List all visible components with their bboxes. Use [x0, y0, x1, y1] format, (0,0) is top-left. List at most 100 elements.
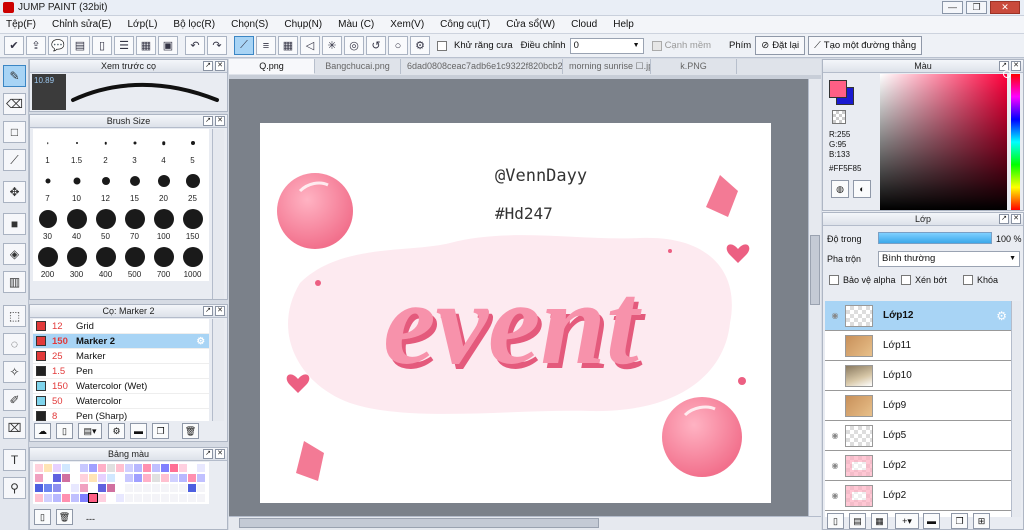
- palette-swatch[interactable]: [170, 464, 178, 472]
- opacity-slider[interactable]: [878, 232, 992, 244]
- layer-row[interactable]: Lớp9: [825, 391, 1011, 421]
- cloud-brush-icon[interactable]: ☁: [34, 423, 51, 439]
- palette-swatch[interactable]: [71, 484, 79, 492]
- brush-list-item[interactable]: 1.5 Pen: [33, 364, 209, 379]
- tab-q-png[interactable]: Q.png: [229, 59, 315, 74]
- brush-size-option[interactable]: 100: [149, 205, 178, 243]
- palette-swatch[interactable]: [35, 494, 43, 502]
- palette-swatch[interactable]: [107, 484, 115, 492]
- brush-list-item[interactable]: 8 Pen (Sharp): [33, 409, 209, 421]
- palette-swatch[interactable]: [116, 464, 124, 472]
- palette-swatch[interactable]: [71, 474, 79, 482]
- panel-close-icon[interactable]: ✕: [215, 449, 225, 459]
- duplicate-layer-icon[interactable]: ❐: [951, 513, 968, 529]
- redo-icon[interactable]: ↷: [207, 36, 227, 55]
- palette-swatch[interactable]: [134, 474, 142, 482]
- panel-float-icon[interactable]: ↗: [203, 116, 213, 126]
- palette-swatch[interactable]: [170, 484, 178, 492]
- select-pen-icon[interactable]: ✐: [3, 389, 26, 411]
- palette-swatch[interactable]: [179, 464, 187, 472]
- brush-size-option[interactable]: 25: [178, 167, 207, 205]
- delete-brush-icon[interactable]: 🗑: [182, 423, 199, 439]
- palette-swatch[interactable]: [80, 484, 88, 492]
- brush-size-scrollbar[interactable]: [212, 129, 224, 299]
- tab-k-png[interactable]: k.PNG: [651, 59, 737, 74]
- palette-swatch[interactable]: [161, 484, 169, 492]
- menu-layer[interactable]: Lớp(L): [128, 19, 158, 30]
- layer-row[interactable]: Lớp11: [825, 331, 1011, 361]
- tab-6dad[interactable]: 6dad0808ceac7adb6e1c9322f820bcb2.jpg: [401, 59, 563, 74]
- canvas-horizontal-scrollbar[interactable]: [229, 516, 821, 530]
- palette-swatch[interactable]: [170, 494, 178, 502]
- palette-swatch[interactable]: [197, 474, 205, 482]
- brush-size-option[interactable]: 50: [91, 205, 120, 243]
- brush-size-option[interactable]: 5: [178, 129, 207, 167]
- menu-help[interactable]: Help: [613, 19, 634, 30]
- panel-float-icon[interactable]: ↗: [203, 449, 213, 459]
- palette-swatch[interactable]: [35, 474, 43, 482]
- select-eraser-icon[interactable]: ⌧: [3, 417, 26, 439]
- brush-size-option[interactable]: 400: [91, 243, 120, 281]
- palette-swatch[interactable]: [125, 484, 133, 492]
- gradient-tool-icon[interactable]: ▥: [3, 271, 26, 293]
- palette-swatch[interactable]: [188, 464, 196, 472]
- menu-file[interactable]: Tệp(F): [6, 19, 36, 30]
- soft-edge-checkbox[interactable]: [651, 40, 662, 51]
- brush-size-option[interactable]: 2: [91, 129, 120, 167]
- brush-size-option[interactable]: 12: [91, 167, 120, 205]
- new-palette-icon[interactable]: ▯: [34, 509, 51, 525]
- gear-icon[interactable]: ⚙: [996, 309, 1007, 323]
- eraser-tool-icon[interactable]: ⌫: [3, 93, 26, 115]
- protect-alpha-checkbox[interactable]: [829, 275, 839, 285]
- palette-swatch[interactable]: [179, 494, 187, 502]
- palette-swatch[interactable]: [197, 494, 205, 502]
- palette-swatch[interactable]: [107, 474, 115, 482]
- brush-size-option[interactable]: 7: [33, 167, 62, 205]
- palette-swatch[interactable]: [125, 464, 133, 472]
- brush-size-option[interactable]: 300: [62, 243, 91, 281]
- brush-list-item[interactable]: 150 Watercolor (Wet): [33, 379, 209, 394]
- layer-text-icon[interactable]: ▦: [871, 513, 888, 529]
- eyedropper-tool-icon[interactable]: ⚲: [3, 477, 26, 499]
- palette-swatch[interactable]: [179, 474, 187, 482]
- menu-color[interactable]: Màu (C): [338, 19, 374, 30]
- palette-swatch[interactable]: [98, 484, 106, 492]
- palette-swatch[interactable]: [80, 474, 88, 482]
- palette-swatch[interactable]: [107, 464, 115, 472]
- brush-size-option[interactable]: 4: [149, 129, 178, 167]
- info-icon[interactable]: ▤: [70, 36, 90, 55]
- palette-swatch[interactable]: [62, 494, 70, 502]
- palette-swatch[interactable]: [143, 474, 151, 482]
- layer-visibility-icon[interactable]: ◉: [825, 311, 845, 320]
- brush-size-option[interactable]: 3: [120, 129, 149, 167]
- tab-bangchucai[interactable]: Bangchucai.png: [315, 59, 401, 74]
- snap-settings-icon[interactable]: ⚙: [410, 36, 430, 55]
- line-tool-icon[interactable]: ⟋: [3, 149, 26, 171]
- palette-swatch[interactable]: [71, 494, 79, 502]
- gear-icon[interactable]: ⚙: [196, 336, 205, 347]
- palette-swatch[interactable]: [62, 484, 70, 492]
- drawing-canvas[interactable]: event event @VennDayy #Hd247: [260, 123, 771, 503]
- snap-concentric-icon[interactable]: ◎: [344, 36, 364, 55]
- brush-size-option[interactable]: 30: [33, 205, 62, 243]
- brush-size-option[interactable]: 10: [62, 167, 91, 205]
- palette-swatch[interactable]: [197, 464, 205, 472]
- panel-close-icon[interactable]: ✕: [215, 306, 225, 316]
- select-tool-icon[interactable]: ⬚: [3, 305, 26, 327]
- menu-cloud[interactable]: Cloud: [571, 19, 597, 30]
- brush-list-scrollbar[interactable]: [212, 319, 224, 421]
- panel-close-icon[interactable]: ✕: [1011, 61, 1021, 71]
- palette-swatch[interactable]: [44, 464, 52, 472]
- reset-button[interactable]: ⊘ Đặt lại: [755, 36, 806, 55]
- cloud-sync-icon[interactable]: ✔: [4, 36, 24, 55]
- palette-swatch[interactable]: [89, 484, 97, 492]
- palette-swatch[interactable]: [80, 494, 88, 502]
- palette-swatch[interactable]: [98, 494, 106, 502]
- menu-filter[interactable]: Bộ lọc(R): [173, 19, 215, 30]
- magic-wand-icon[interactable]: ✧: [3, 361, 26, 383]
- snap-off-icon[interactable]: ⟋: [234, 36, 254, 55]
- menu-capture[interactable]: Chụp(N): [284, 19, 322, 30]
- palette-swatch[interactable]: [44, 494, 52, 502]
- layer-properties-icon[interactable]: ▤: [849, 513, 866, 529]
- frame-icon[interactable]: ▣: [158, 36, 178, 55]
